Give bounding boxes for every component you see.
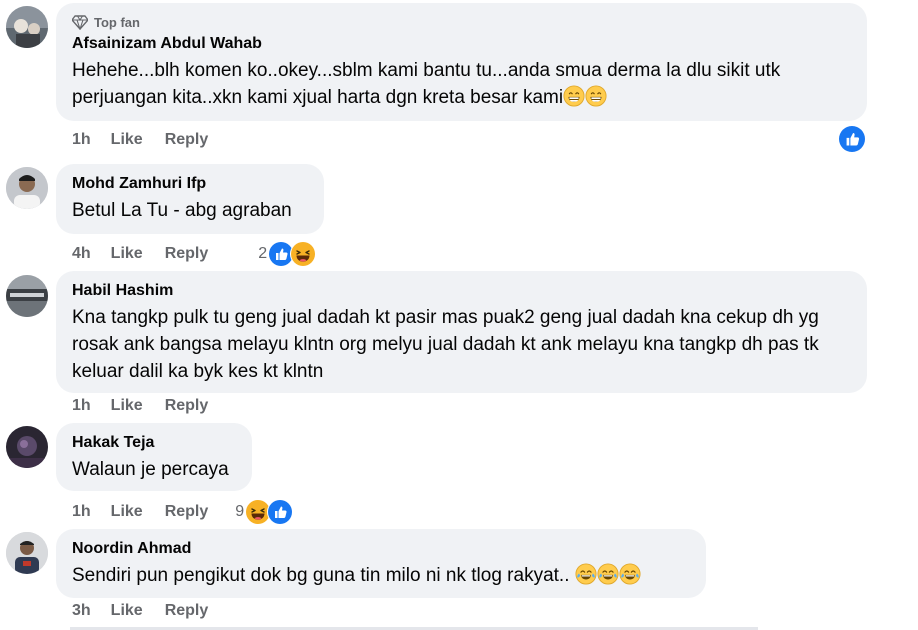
joy-emoji-icon: [597, 563, 619, 585]
comment-author[interactable]: Habil Hashim: [72, 281, 851, 301]
like-button[interactable]: Like: [111, 503, 143, 521]
comment-bubble: Noordin Ahmad Sendiri pun pengikut dok b…: [56, 529, 706, 598]
reply-button[interactable]: Reply: [165, 131, 209, 149]
comment-text: Hehehe...blh komen ko..okey...sblm kami …: [72, 57, 851, 111]
reaction-summary[interactable]: 2: [258, 241, 317, 267]
comment-text: Betul La Tu - abg agraban: [72, 200, 292, 221]
grinning-emoji-icon: [585, 85, 607, 107]
reply-button[interactable]: Reply: [165, 503, 209, 521]
avatar[interactable]: [6, 167, 48, 209]
comment-actions: 3h Like Reply: [72, 602, 208, 620]
like-button[interactable]: Like: [111, 397, 143, 415]
grinning-emoji-icon: [563, 85, 585, 107]
comment-author[interactable]: Mohd Zamhuri Ifp: [72, 174, 308, 194]
avatar[interactable]: [6, 532, 48, 574]
joy-emoji-icon: [619, 563, 641, 585]
comment-bubble: Top fan Afsainizam Abdul Wahab Hehehe...…: [56, 3, 867, 121]
comment-author[interactable]: Afsainizam Abdul Wahab: [72, 34, 851, 54]
reaction-summary[interactable]: 9: [235, 499, 294, 525]
reply-button[interactable]: Reply: [165, 397, 209, 415]
diamond-icon: [72, 15, 88, 30]
avatar[interactable]: [6, 426, 48, 468]
top-fan-badge: Top fan: [72, 14, 851, 30]
like-button[interactable]: Like: [111, 245, 143, 263]
reply-button[interactable]: Reply: [165, 245, 209, 263]
like-reaction-icon: [267, 499, 294, 525]
joy-emoji-icon: [575, 563, 597, 585]
top-fan-label: Top fan: [94, 14, 140, 30]
comment-timestamp[interactable]: 1h: [72, 397, 91, 415]
comment-text-content: Hehehe...blh komen ko..okey...sblm kami …: [72, 60, 786, 108]
comment-text: Kna tangkp pulk tu geng jual dadah kt pa…: [72, 307, 825, 382]
comment-bubble: Hakak Teja Walaun je percaya: [56, 423, 252, 491]
comment-timestamp[interactable]: 1h: [72, 503, 91, 521]
comment-actions: 1h Like Reply: [72, 131, 208, 149]
comment-actions: 1h Like Reply 9: [72, 499, 294, 525]
reaction-count: 9: [235, 503, 245, 520]
comment-text: Sendiri pun pengikut dok bg guna tin mil…: [72, 562, 690, 589]
comment-author[interactable]: Hakak Teja: [72, 433, 236, 453]
comment-text-content: Sendiri pun pengikut dok bg guna tin mil…: [72, 565, 570, 586]
comment-timestamp[interactable]: 1h: [72, 131, 91, 149]
reply-button[interactable]: Reply: [165, 602, 209, 620]
comment-bubble: Habil Hashim Kna tangkp pulk tu geng jua…: [56, 271, 867, 393]
comment-timestamp[interactable]: 4h: [72, 245, 91, 263]
avatar[interactable]: [6, 6, 48, 48]
avatar[interactable]: [6, 275, 48, 317]
comment-author[interactable]: Noordin Ahmad: [72, 539, 690, 559]
like-reaction-icon[interactable]: [839, 126, 865, 152]
comment-timestamp[interactable]: 3h: [72, 602, 91, 620]
comment-text: Walaun je percaya: [72, 459, 229, 480]
comment-bubble: Mohd Zamhuri Ifp Betul La Tu - abg agrab…: [56, 164, 324, 234]
like-button[interactable]: Like: [111, 131, 143, 149]
comment-actions: 1h Like Reply: [72, 397, 208, 415]
comment-actions: 4h Like Reply 2: [72, 241, 317, 267]
haha-reaction-icon: [290, 241, 317, 267]
like-button[interactable]: Like: [111, 602, 143, 620]
reaction-count: 2: [258, 245, 268, 262]
